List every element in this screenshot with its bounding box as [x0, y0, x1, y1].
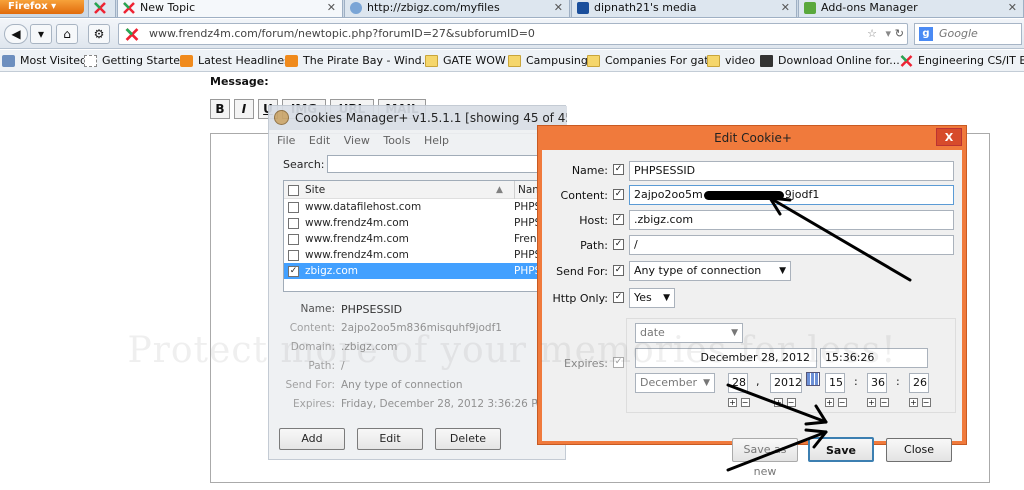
arrow-to-save-button: [726, 383, 828, 424]
arrow-to-content-field: [768, 196, 912, 282]
annotation-arrows: [726, 196, 912, 472]
arrow-to-save-button-lower: [726, 430, 828, 472]
